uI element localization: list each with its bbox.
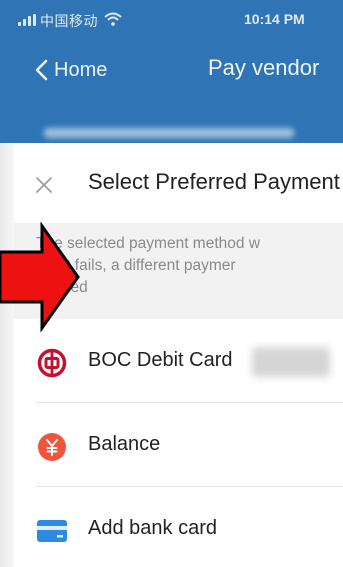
yuan-balance-icon xyxy=(36,431,68,463)
status-bar: 中国移动 10:14 PM xyxy=(0,8,343,32)
payment-option-label: Balance xyxy=(88,433,161,455)
chevron-left-icon xyxy=(35,59,48,81)
phone-screen: 中国移动 10:14 PM Home Pay vendor Select Pre… xyxy=(0,0,343,567)
back-label: Home xyxy=(54,58,108,81)
navigation-bar: Home Pay vendor xyxy=(0,50,343,90)
boc-bank-logo-icon xyxy=(36,347,68,379)
bank-card-icon xyxy=(36,515,68,547)
payment-option-balance[interactable]: Balance xyxy=(14,403,343,487)
close-button[interactable] xyxy=(30,171,58,199)
page-title: Pay vendor xyxy=(208,55,320,80)
back-button[interactable]: Home xyxy=(34,53,107,87)
signal-strength-icon xyxy=(18,14,36,26)
red-arrow-annotation xyxy=(0,222,80,332)
blurred-card-number xyxy=(252,347,330,377)
sheet-edge xyxy=(0,143,14,567)
payment-method-sheet: Select Preferred Payment The selected pa… xyxy=(14,143,343,567)
close-icon xyxy=(36,177,52,193)
sheet-header: Select Preferred Payment xyxy=(14,143,343,223)
payment-option-label: BOC Debit Card xyxy=(88,349,233,371)
sheet-title: Select Preferred Payment xyxy=(88,169,340,194)
carrier-name: 中国移动 xyxy=(40,13,98,29)
blurred-header-content xyxy=(44,128,294,138)
add-bank-card-button[interactable]: Add bank card xyxy=(14,487,343,567)
app-header: 中国移动 10:14 PM Home Pay vendor xyxy=(0,0,343,143)
wifi-icon xyxy=(104,12,122,29)
payment-option-label: Add bank card xyxy=(88,517,217,539)
status-time: 10:14 PM xyxy=(244,11,305,27)
